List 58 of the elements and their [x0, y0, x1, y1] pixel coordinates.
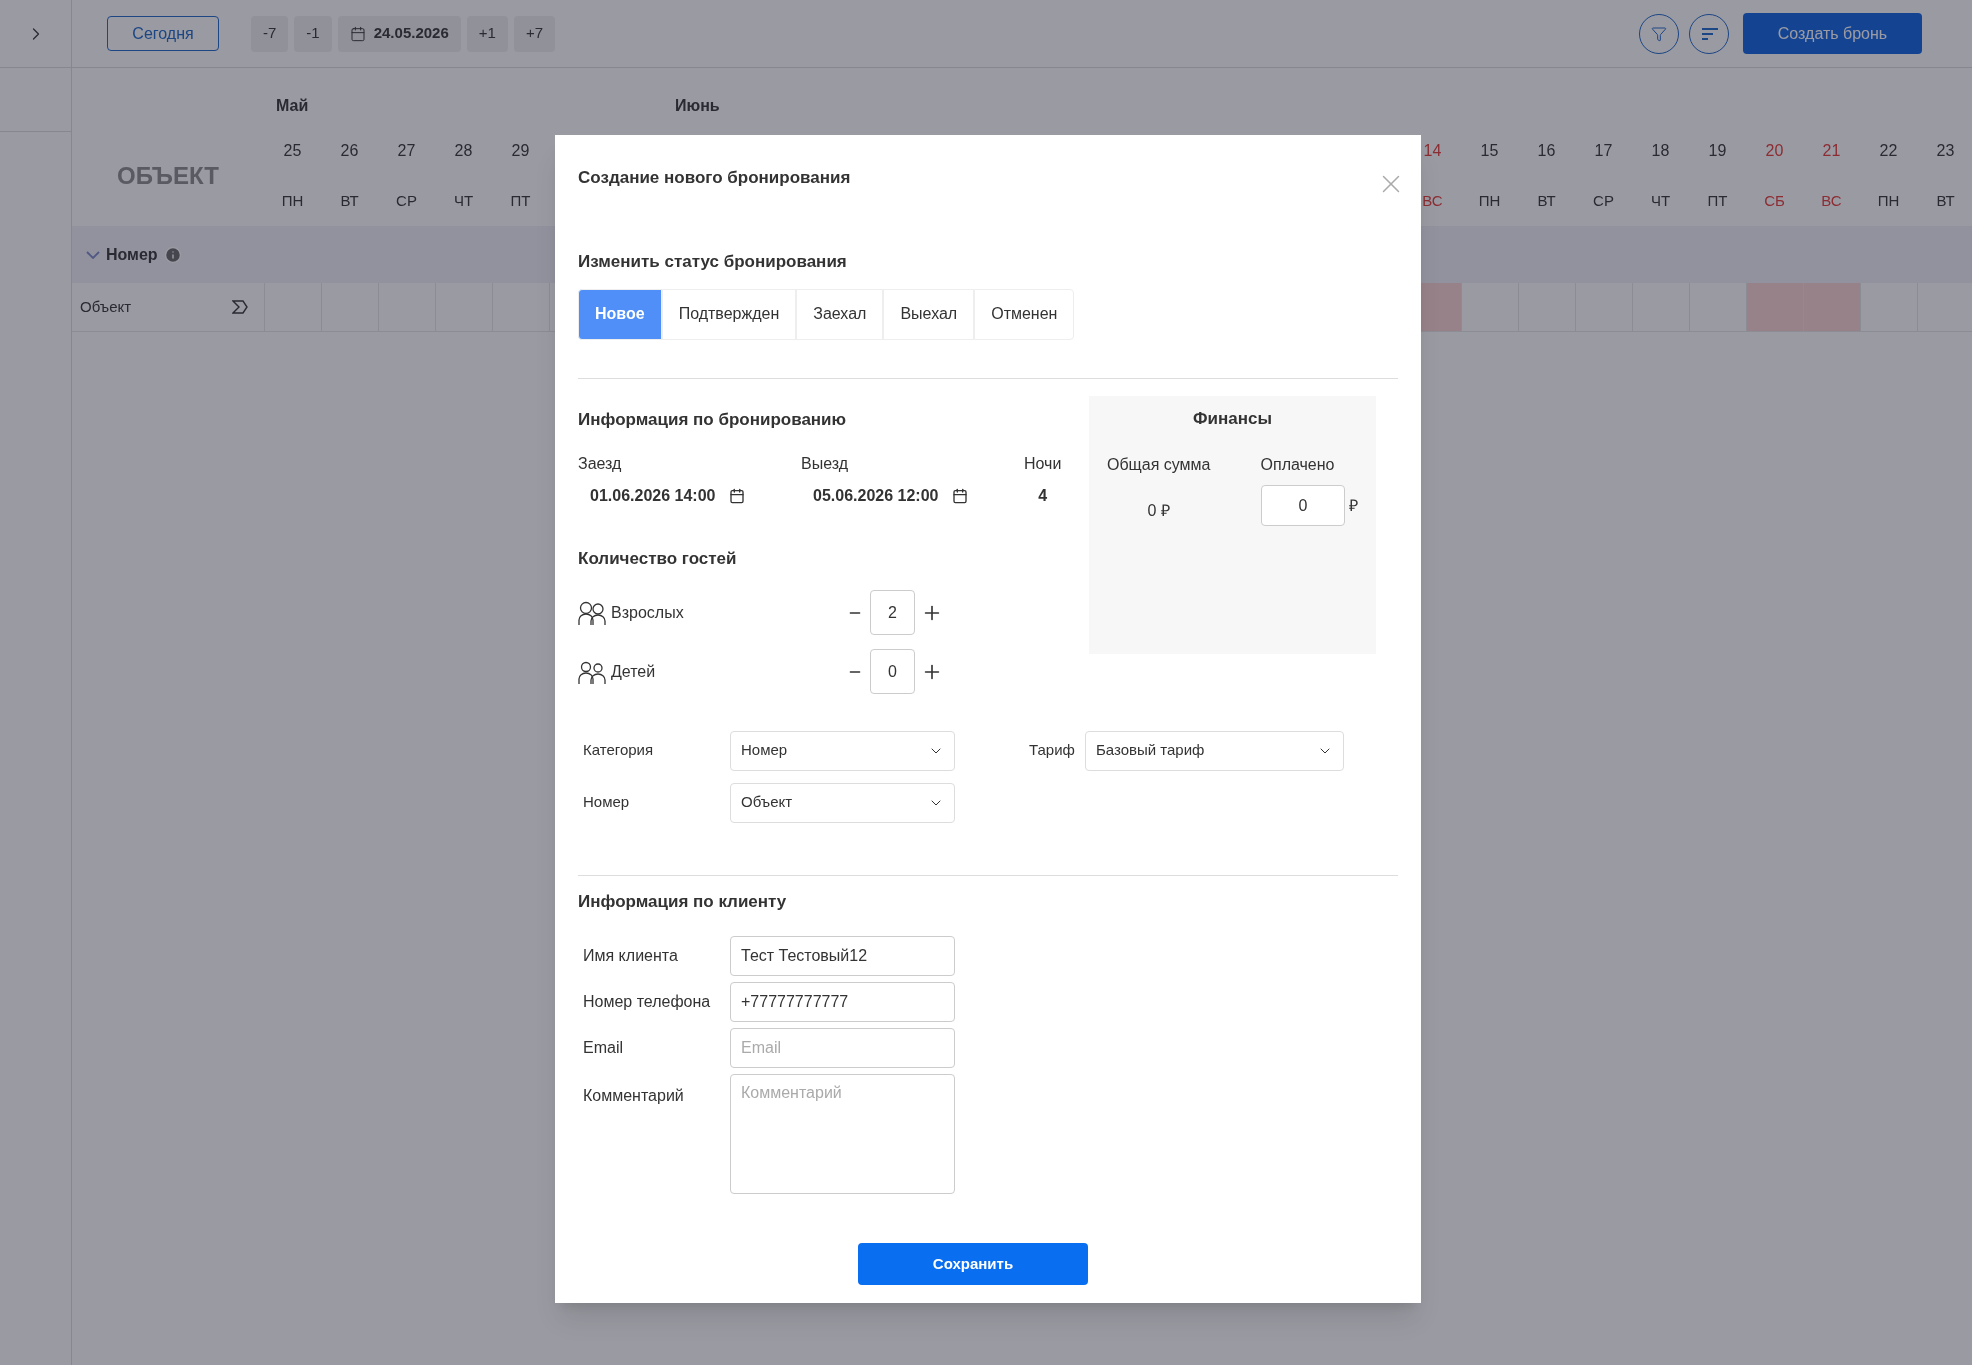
field-label: Имя клиента — [582, 946, 679, 966]
section-heading: Количество гостей — [578, 548, 738, 570]
weekday-label: ВС — [1422, 190, 1443, 211]
month-label: Июнь — [675, 97, 720, 114]
nights-value: 4 — [1038, 486, 1048, 506]
day-number: 25 — [283, 141, 302, 161]
field-label: Ночи — [1024, 454, 1062, 474]
section-heading: Изменить статус бронирования — [578, 251, 848, 273]
object-heading: ОБЪЕКТ — [117, 161, 219, 191]
day-number: 19 — [1708, 141, 1727, 161]
field-label: Email — [582, 1038, 624, 1058]
weekday-label: ВТ — [1537, 190, 1556, 211]
weekday-label: СБ — [1764, 190, 1785, 211]
weekday-label: ЧТ — [453, 190, 474, 211]
currency-sign: ₽ — [1349, 495, 1358, 516]
day-number: 21 — [1822, 141, 1841, 161]
day-number: 23 — [1936, 141, 1955, 161]
total-amount: 0 ₽ — [1147, 501, 1170, 521]
weekday-label: ВС — [1821, 190, 1842, 211]
day-number: 29 — [511, 141, 530, 161]
month-label: Май — [276, 97, 309, 114]
weekday-label: ПТ — [510, 190, 531, 211]
day-number: 20 — [1765, 141, 1784, 161]
section-heading: Информация по клиенту — [578, 890, 788, 913]
day-number: 26 — [340, 141, 359, 161]
guest-label: Детей — [611, 661, 657, 682]
day-number: 27 — [397, 141, 416, 161]
field-label: Заезд — [578, 454, 623, 474]
object-name: Объект — [80, 296, 132, 317]
dialog-title: Создание нового бронирования — [578, 167, 851, 189]
field-label: Тариф — [1029, 740, 1075, 761]
day-number: 22 — [1879, 141, 1898, 161]
weekday-label: ПН — [1478, 190, 1501, 211]
day-number: 18 — [1651, 141, 1670, 161]
day-number: 17 — [1594, 141, 1613, 161]
weekday-label: ЧТ — [1650, 190, 1671, 211]
group-label: Номер — [106, 244, 158, 265]
weekday-label: ПН — [281, 190, 304, 211]
day-number: 15 — [1480, 141, 1499, 161]
section-heading: Информация по бронированию — [578, 408, 848, 431]
field-label: Общая сумма — [1107, 455, 1211, 475]
weekday-label: ПН — [1877, 190, 1900, 211]
field-label: Категория — [582, 740, 655, 761]
field-label: Номер телефона — [582, 992, 712, 1012]
weekday-label: СР — [396, 190, 417, 211]
weekday-label: ВТ — [340, 190, 359, 211]
day-number: 14 — [1423, 141, 1442, 161]
field-label: Оплачено — [1260, 455, 1335, 475]
day-number: 28 — [454, 141, 473, 161]
weekday-label: СР — [1593, 190, 1614, 211]
guest-label: Взрослых — [611, 602, 685, 623]
weekday-label: ВТ — [1936, 190, 1955, 211]
field-label: Выезд — [801, 454, 850, 474]
weekday-label: ПТ — [1707, 190, 1728, 211]
finance-heading: Финансы — [1193, 407, 1272, 430]
field-label: Комментарий — [582, 1086, 685, 1106]
field-label: Номер — [582, 792, 631, 813]
day-number: 16 — [1537, 141, 1556, 161]
